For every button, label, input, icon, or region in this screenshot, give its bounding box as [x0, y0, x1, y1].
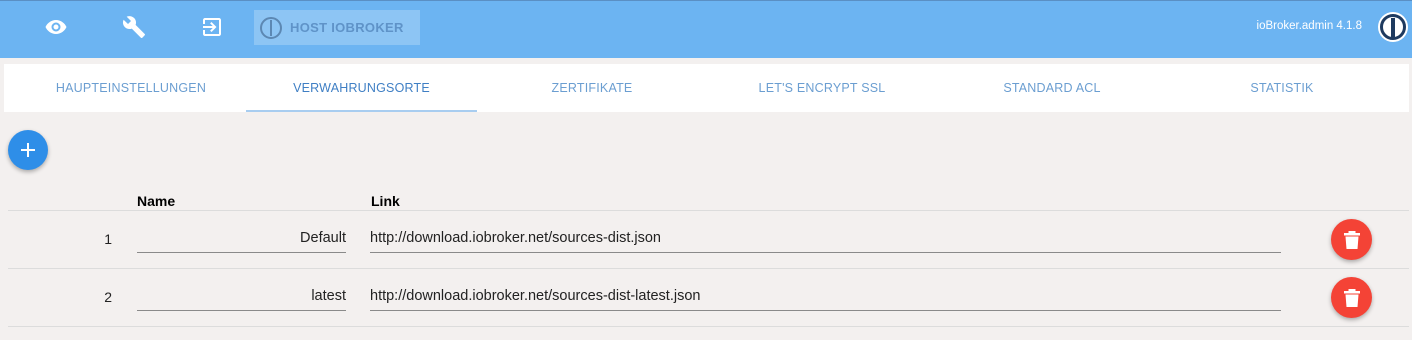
column-header-name: Name	[137, 193, 176, 209]
settings-tabs: HAUPTEINSTELLUNGEN VERWAHRUNGSORTE ZERTI…	[4, 64, 1409, 112]
column-header-link: Link	[371, 193, 400, 209]
repository-name-field[interactable]	[137, 223, 346, 253]
trash-icon	[1343, 230, 1360, 249]
plus-icon	[21, 143, 35, 157]
tab-zertifikate[interactable]: ZERTIFIKATE	[492, 64, 692, 112]
repository-link-field[interactable]	[370, 281, 1281, 311]
table-divider	[8, 326, 1409, 327]
iobroker-logo-icon	[1378, 12, 1408, 42]
trash-icon	[1343, 288, 1360, 307]
tab-haupteinstellungen[interactable]: HAUPTEINSTELLUNGEN	[34, 64, 228, 112]
table-divider	[8, 268, 1409, 269]
tab-lets-encrypt-ssl[interactable]: LET'S ENCRYPT SSL	[722, 64, 922, 112]
row-index: 1	[104, 231, 112, 247]
repository-name-field[interactable]	[137, 281, 346, 311]
repository-link-field[interactable]	[370, 223, 1281, 253]
table-divider	[8, 210, 1409, 211]
delete-repository-button[interactable]	[1331, 277, 1372, 318]
delete-repository-button[interactable]	[1331, 219, 1372, 260]
active-tab-indicator	[246, 110, 477, 112]
host-label: HOST IOBROKER	[290, 20, 404, 35]
row-index: 2	[104, 289, 112, 305]
tab-standard-acl[interactable]: STANDARD ACL	[952, 64, 1152, 112]
app-header: HOST IOBROKER ioBroker.admin 4.1.8	[0, 0, 1412, 58]
iobroker-logo-icon	[260, 16, 282, 39]
host-select-button[interactable]: HOST IOBROKER	[254, 10, 420, 45]
tab-statistik[interactable]: STATISTIK	[1182, 64, 1382, 112]
logout-icon[interactable]	[198, 13, 226, 41]
eye-icon[interactable]	[42, 13, 70, 41]
tab-verwahrungsorte[interactable]: VERWAHRUNGSORTE	[246, 64, 477, 112]
add-repository-button[interactable]	[8, 130, 48, 170]
version-label: ioBroker.admin 4.1.8	[1256, 20, 1362, 32]
wrench-icon[interactable]	[120, 13, 148, 41]
